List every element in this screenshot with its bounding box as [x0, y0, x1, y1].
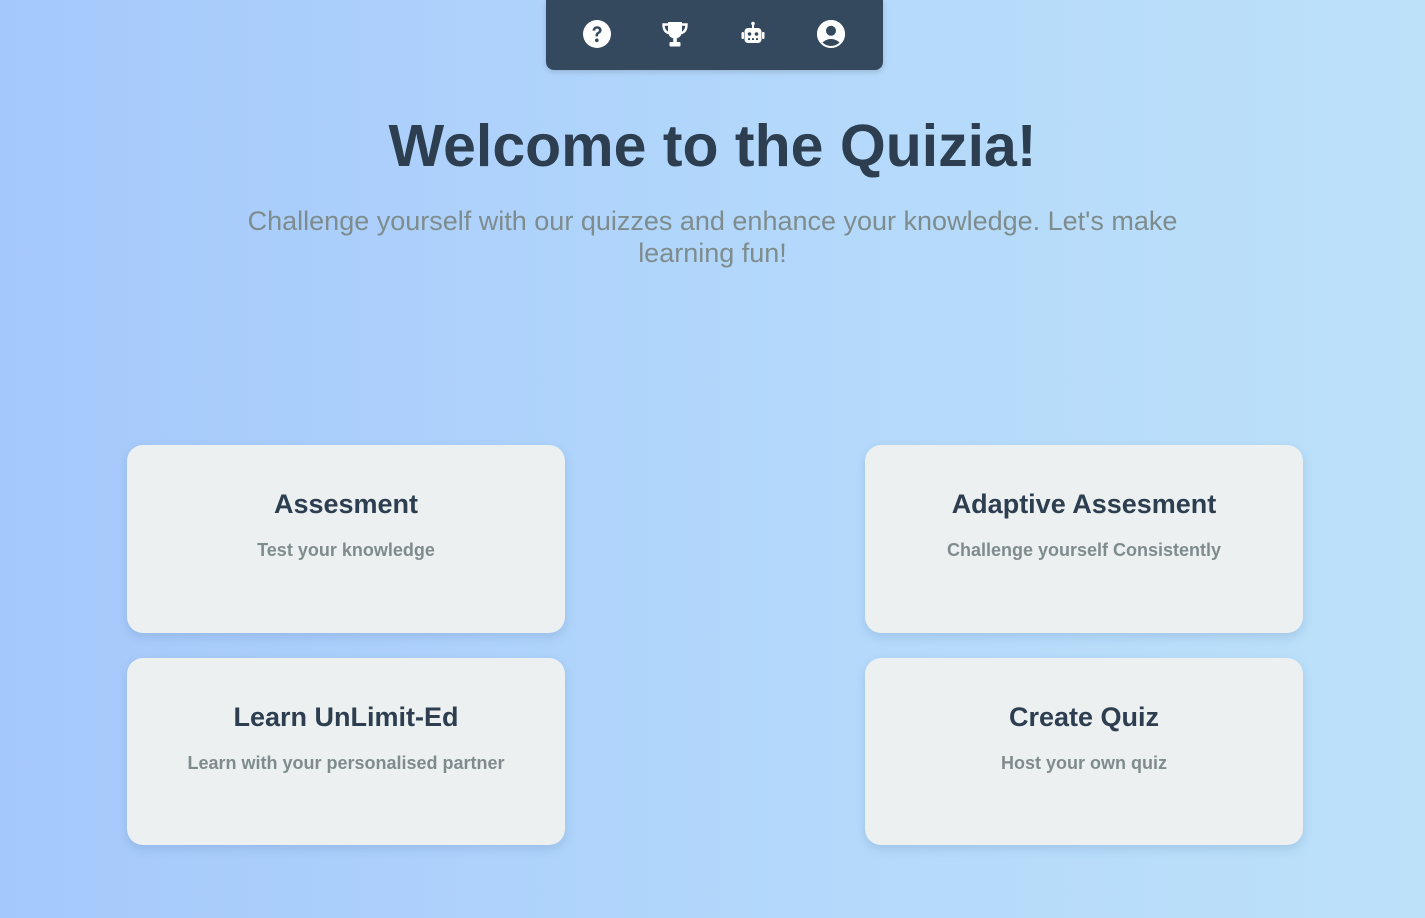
card-title: Create Quiz — [1008, 702, 1160, 732]
robot-icon[interactable] — [738, 19, 768, 49]
learn-unlimited-card[interactable]: Learn UnLimit-Ed Learn with your persona… — [127, 658, 565, 845]
trophy-icon[interactable] — [660, 19, 690, 49]
card-description: Challenge yourself Consistently — [946, 540, 1222, 560]
top-navbar — [546, 0, 883, 70]
card-description: Host your own quiz — [1001, 753, 1167, 773]
create-quiz-card[interactable]: Create Quiz Host your own quiz — [865, 658, 1303, 845]
question-circle-icon[interactable] — [582, 19, 612, 49]
card-title: Learn UnLimit-Ed — [233, 702, 459, 732]
card-description: Test your knowledge — [257, 540, 435, 560]
assessment-card[interactable]: Assesment Test your knowledge — [127, 445, 565, 633]
page-subtitle: Challenge yourself with our quizzes and … — [247, 206, 1178, 268]
adaptive-assessment-card[interactable]: Adaptive Assesment Challenge yourself Co… — [865, 445, 1303, 633]
card-title: Adaptive Assesment — [951, 489, 1217, 519]
card-title: Assesment — [273, 489, 419, 519]
card-description: Learn with your personalised partner — [187, 753, 505, 773]
user-circle-icon[interactable] — [816, 19, 846, 49]
page-title: Welcome to the Quizia! — [388, 113, 1037, 179]
